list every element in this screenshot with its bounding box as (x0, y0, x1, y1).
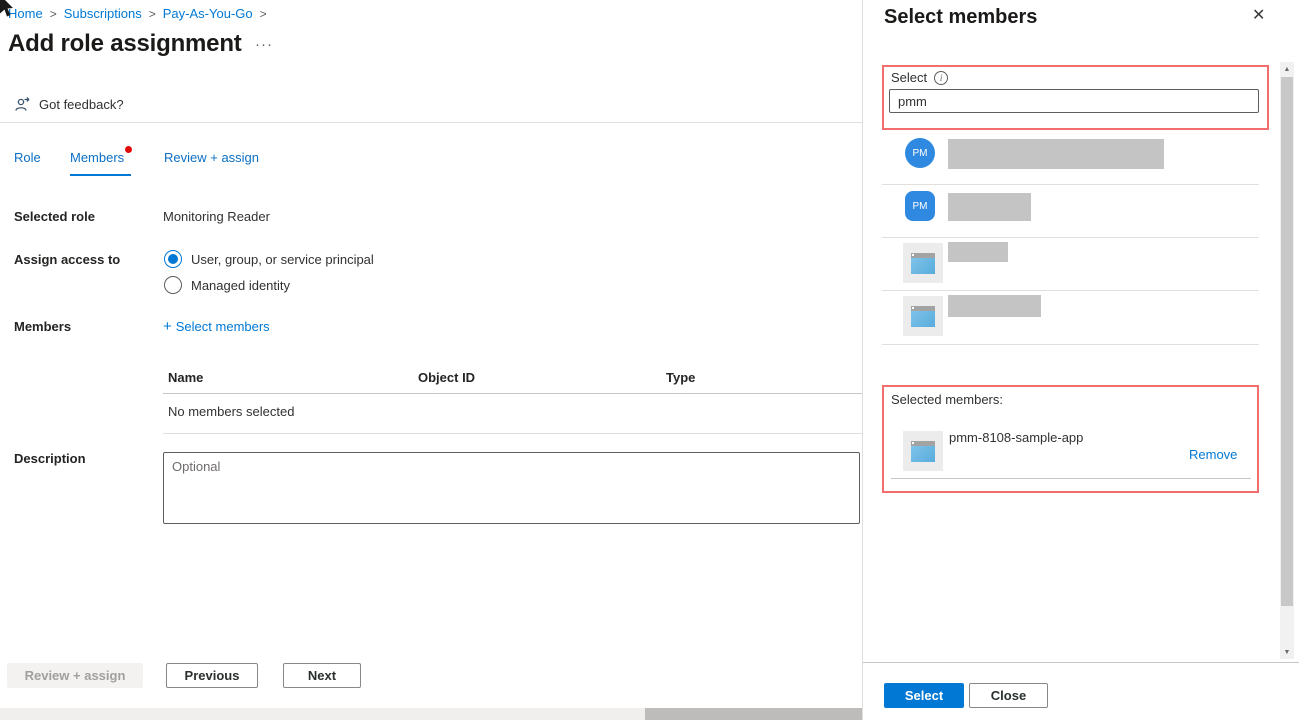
more-menu-icon[interactable]: ··· (255, 36, 273, 53)
member-suggestion-row[interactable]: PM (882, 185, 1259, 238)
redacted-name-bar (948, 242, 1008, 262)
tab-role[interactable]: Role (14, 150, 41, 165)
feedback-person-icon (14, 96, 31, 113)
previous-button[interactable]: Previous (166, 663, 258, 688)
select-members-link[interactable]: + Select members (163, 319, 270, 334)
add-role-assignment-page: Home>Subscriptions>Pay-As-You-Go> Add ro… (0, 0, 862, 720)
panel-select-button[interactable]: Select (884, 683, 964, 708)
member-suggestion-row[interactable]: PM (882, 131, 1259, 185)
column-header-type: Type (666, 370, 862, 385)
breadcrumb: Home>Subscriptions>Pay-As-You-Go> (8, 6, 274, 21)
members-label: Members (14, 319, 71, 334)
page-title: Add role assignment (8, 30, 242, 58)
selected-members-label: Selected members: (891, 392, 1003, 407)
description-textarea[interactable] (163, 452, 860, 524)
selected-member-divider (891, 478, 1251, 479)
azure-portal-screen: Home>Subscriptions>Pay-As-You-Go> Add ro… (0, 0, 1299, 720)
user-avatar: PM (905, 138, 935, 168)
breadcrumb-separator: > (50, 7, 57, 21)
tab-members-alert-dot (125, 146, 132, 153)
select-field-label-row: Select i (891, 70, 948, 85)
horizontal-scrollbar[interactable] (0, 708, 862, 720)
plus-icon: + (163, 318, 172, 335)
radio-managed-identity[interactable]: Managed identity (164, 276, 290, 294)
member-suggestion-row[interactable] (882, 238, 1259, 291)
breadcrumb-separator: > (149, 7, 156, 21)
command-bar-divider (0, 122, 862, 123)
selected-role-label: Selected role (14, 209, 95, 224)
select-members-link-row: + Select members (163, 318, 270, 335)
tab-members[interactable]: Members (70, 150, 124, 165)
no-members-selected-row: No members selected (163, 394, 862, 434)
breadcrumb-separator: > (260, 7, 267, 21)
assign-access-to-label: Assign access to (14, 252, 120, 267)
scroll-down-icon[interactable]: ▼ (1280, 645, 1294, 659)
select-members-link-label: Select members (176, 319, 270, 334)
redacted-name-bar (948, 295, 1041, 317)
radio-user-group-service-principal[interactable]: User, group, or service principal (164, 250, 374, 268)
application-icon (903, 243, 943, 283)
selected-member-name: pmm-8108-sample-app (949, 430, 1083, 445)
members-table-header: Name Object ID Type (163, 364, 862, 394)
members-table: Name Object ID Type No members selected (163, 364, 862, 434)
member-suggestion-list: PM PM (882, 131, 1259, 345)
tab-bar: Role Members Review + assign (0, 148, 862, 180)
panel-scrollbar[interactable]: ▲ ▼ (1280, 62, 1294, 659)
review-assign-button[interactable]: Review + assign (7, 663, 143, 688)
column-header-object-id: Object ID (418, 370, 666, 385)
mouse-cursor-icon (0, 0, 16, 18)
active-tab-underline (70, 174, 131, 176)
tab-members-label: Members (70, 150, 124, 165)
selected-role-value: Monitoring Reader (163, 209, 270, 224)
radio-managed-label: Managed identity (191, 278, 290, 293)
panel-title: Select members (884, 6, 1037, 29)
select-field-label: Select (891, 70, 927, 85)
radio-selected-icon[interactable] (164, 250, 182, 268)
remove-member-link[interactable]: Remove (1189, 447, 1237, 462)
info-icon[interactable]: i (934, 71, 948, 85)
got-feedback-button[interactable]: Got feedback? (14, 96, 124, 113)
member-suggestion-row[interactable] (882, 291, 1259, 345)
close-icon[interactable]: ✕ (1252, 8, 1265, 24)
redacted-name-bar (948, 139, 1164, 169)
got-feedback-label: Got feedback? (39, 97, 124, 112)
horizontal-scrollbar-thumb[interactable] (645, 708, 862, 720)
application-icon (903, 296, 943, 336)
radio-user-label: User, group, or service principal (191, 252, 374, 267)
panel-footer-divider (863, 662, 1299, 663)
redacted-name-bar (948, 193, 1031, 221)
column-header-name: Name (163, 370, 418, 385)
application-icon (903, 431, 943, 471)
breadcrumb-pay-as-you-go[interactable]: Pay-As-You-Go (163, 6, 253, 21)
panel-close-button[interactable]: Close (969, 683, 1048, 708)
scroll-up-icon[interactable]: ▲ (1280, 62, 1294, 76)
next-button[interactable]: Next (283, 663, 361, 688)
description-label: Description (14, 451, 86, 466)
member-search-input[interactable] (889, 89, 1259, 113)
user-avatar: PM (905, 191, 935, 221)
tab-review-assign[interactable]: Review + assign (164, 150, 259, 165)
panel-scrollbar-thumb[interactable] (1281, 77, 1293, 606)
radio-unselected-icon[interactable] (164, 276, 182, 294)
select-members-panel: Select members ✕ Select i PM PM (862, 0, 1299, 720)
breadcrumb-subscriptions[interactable]: Subscriptions (64, 6, 142, 21)
